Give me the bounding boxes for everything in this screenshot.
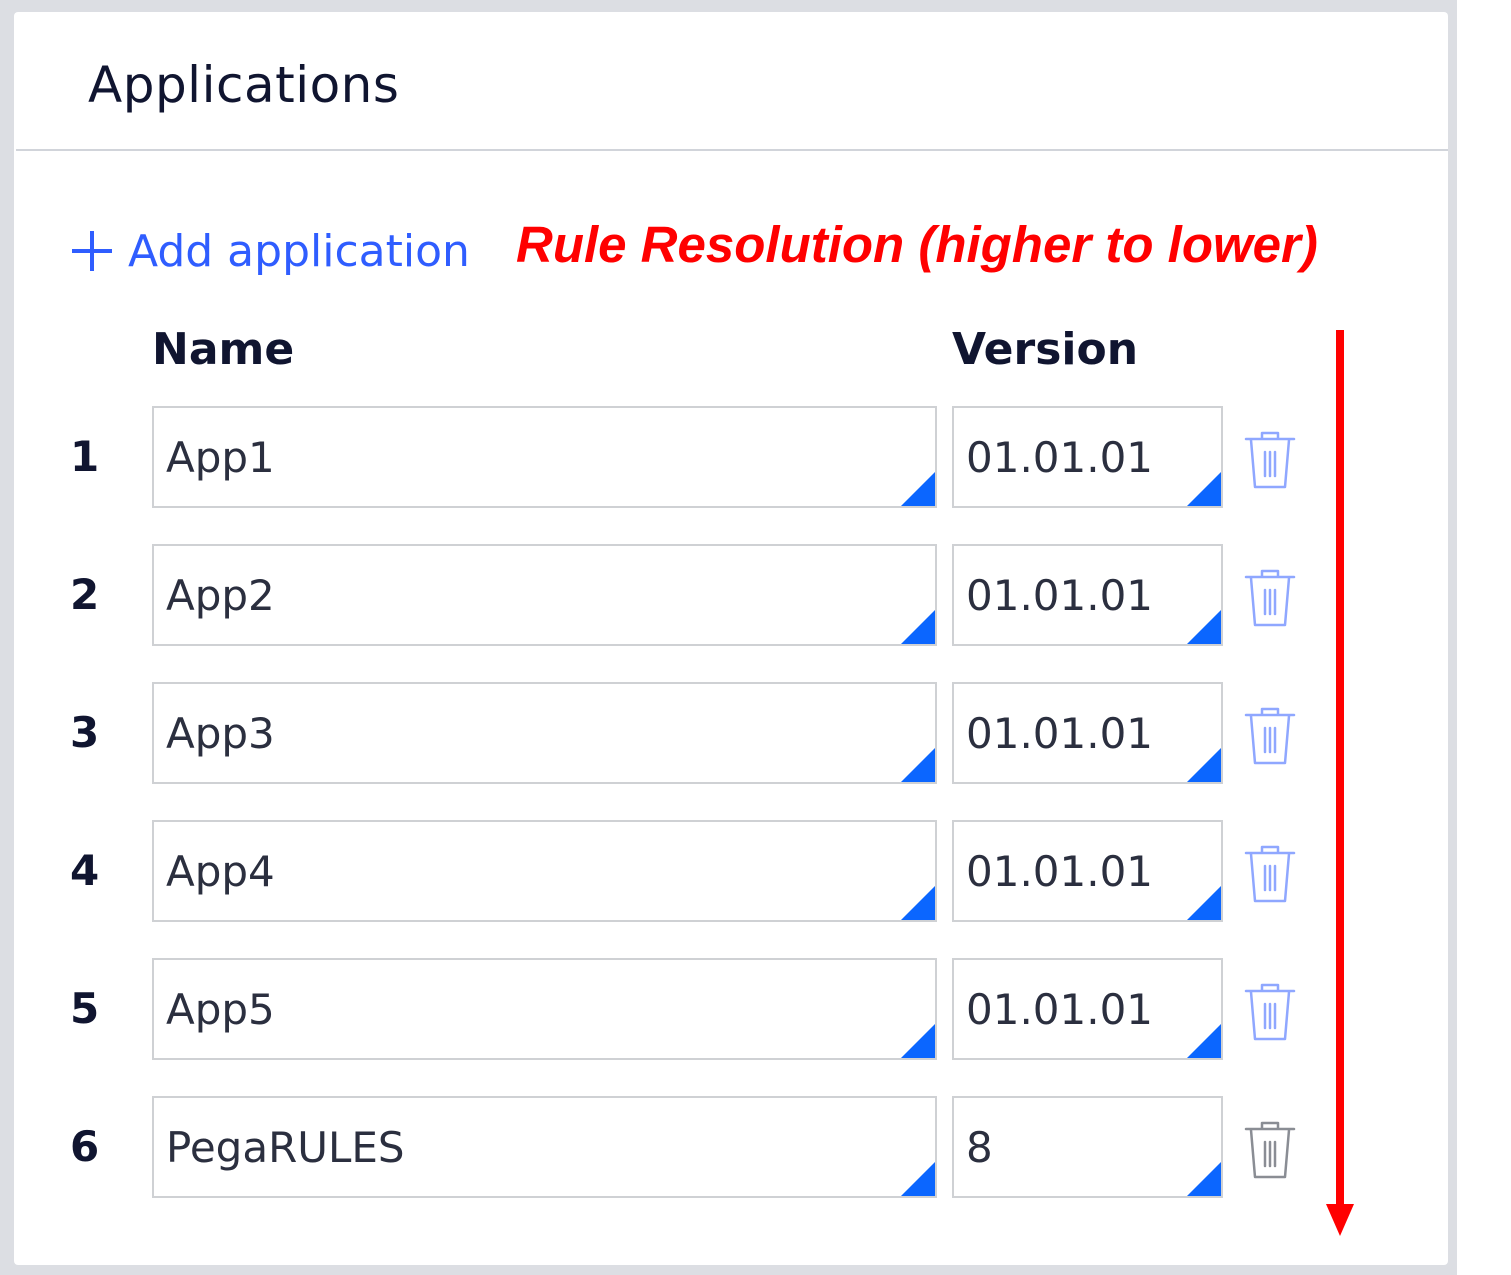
add-application-label: Add application (128, 225, 470, 277)
delete-row-button[interactable] (1242, 706, 1298, 766)
trash-icon (1244, 845, 1296, 903)
row-index: 4 (70, 846, 100, 895)
application-name-input[interactable] (154, 822, 935, 920)
application-version-field[interactable] (952, 958, 1223, 1060)
autocomplete-corner-icon (901, 748, 935, 782)
application-row: 3 (14, 682, 1314, 784)
trash-icon (1244, 983, 1296, 1041)
application-name-field[interactable] (152, 544, 937, 646)
trash-icon (1244, 707, 1296, 765)
delete-row-button[interactable] (1242, 982, 1298, 1042)
trash-icon (1244, 569, 1296, 627)
application-name-input[interactable] (154, 684, 935, 782)
autocomplete-corner-icon (1187, 1024, 1221, 1058)
application-name-field[interactable] (152, 820, 937, 922)
autocomplete-corner-icon (1187, 610, 1221, 644)
add-application-button[interactable]: Add application (70, 225, 470, 277)
delete-row-button[interactable] (1242, 430, 1298, 490)
trash-icon (1244, 1121, 1296, 1179)
autocomplete-corner-icon (1187, 886, 1221, 920)
application-name-field[interactable] (152, 682, 937, 784)
autocomplete-corner-icon (1187, 1162, 1221, 1196)
autocomplete-corner-icon (901, 886, 935, 920)
application-version-input[interactable] (954, 546, 1221, 644)
column-header-name: Name (152, 324, 295, 375)
autocomplete-corner-icon (901, 610, 935, 644)
autocomplete-corner-icon (1187, 472, 1221, 506)
plus-icon (70, 229, 114, 273)
application-version-input[interactable] (954, 822, 1221, 920)
application-row: 4 (14, 820, 1314, 922)
application-version-field[interactable] (952, 406, 1223, 508)
application-name-input[interactable] (154, 1098, 935, 1196)
application-row: 2 (14, 544, 1314, 646)
application-version-field[interactable] (952, 1096, 1223, 1198)
header-divider (16, 149, 1448, 151)
application-name-field[interactable] (152, 1096, 937, 1198)
autocomplete-corner-icon (901, 472, 935, 506)
row-index: 2 (70, 570, 100, 619)
application-name-input[interactable] (154, 408, 935, 506)
application-name-input[interactable] (154, 546, 935, 644)
arrow-down-icon (1326, 330, 1354, 1236)
delete-row-button[interactable] (1242, 568, 1298, 628)
application-version-input[interactable] (954, 1098, 1221, 1196)
delete-row-button[interactable] (1242, 844, 1298, 904)
autocomplete-corner-icon (901, 1162, 935, 1196)
autocomplete-corner-icon (901, 1024, 935, 1058)
application-row: 1 (14, 406, 1314, 508)
row-index: 5 (70, 984, 100, 1033)
column-header-version: Version (952, 324, 1139, 375)
application-row: 5 (14, 958, 1314, 1060)
application-version-input[interactable] (954, 684, 1221, 782)
autocomplete-corner-icon (1187, 748, 1221, 782)
panel-title: Applications (88, 56, 400, 114)
application-name-field[interactable] (152, 406, 937, 508)
row-index: 1 (70, 432, 100, 481)
row-index: 6 (70, 1122, 100, 1171)
applications-panel: Applications Add application Rule Resolu… (14, 12, 1448, 1265)
application-version-field[interactable] (952, 544, 1223, 646)
delete-row-button[interactable] (1242, 1120, 1298, 1180)
row-index: 3 (70, 708, 100, 757)
application-version-field[interactable] (952, 682, 1223, 784)
trash-icon (1244, 431, 1296, 489)
rule-resolution-annotation: Rule Resolution (higher to lower) (516, 216, 1318, 273)
application-name-input[interactable] (154, 960, 935, 1058)
application-version-input[interactable] (954, 960, 1221, 1058)
application-row: 6 (14, 1096, 1314, 1198)
application-version-field[interactable] (952, 820, 1223, 922)
application-name-field[interactable] (152, 958, 937, 1060)
application-version-input[interactable] (954, 408, 1221, 506)
